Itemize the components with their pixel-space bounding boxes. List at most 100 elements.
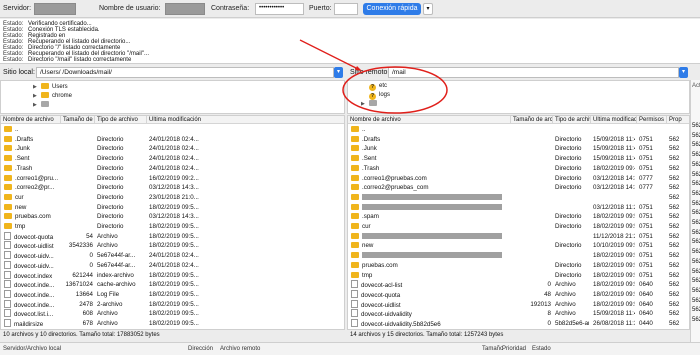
- file-own: 562: [669, 203, 680, 211]
- tree-item[interactable]: ? etc: [369, 82, 387, 91]
- tree-item[interactable]: ▶ chrome: [33, 92, 72, 100]
- quickconnect-button[interactable]: Conexión rápida: [363, 3, 421, 15]
- file-row[interactable]: 18/02/2019 09:5... 0751 562: [348, 251, 689, 260]
- file-row[interactable]: .correo2@pruebas_com Directorio 03/12/2018…: [348, 183, 689, 192]
- file-own: 562: [669, 320, 680, 327]
- expand-triangle-icon[interactable]: ▶: [33, 83, 41, 91]
- expand-triangle-icon[interactable]: ▶: [33, 92, 41, 100]
- remote-path-input[interactable]: /mail: [388, 67, 679, 78]
- quickconnect-dropdown[interactable]: ▾: [423, 3, 433, 15]
- file-row[interactable]: dovecot.inde... 2478 2-archivo 18/02/2019 0…: [1, 299, 344, 309]
- file-name: .Trash: [15, 164, 33, 172]
- file-own: 562: [669, 271, 680, 279]
- file-row[interactable]: .Trash Directorio 18/02/2019 09:4... 0751 56…: [348, 164, 689, 173]
- column-header[interactable]: Nombre de archivo: [348, 116, 511, 124]
- file-name-cell: tmp: [4, 222, 61, 231]
- expand-triangle-icon[interactable]: ▶: [33, 101, 41, 109]
- file-row[interactable]: .Sent Directorio 15/09/2018 11:4... 0751 562: [348, 154, 689, 163]
- file-row[interactable]: ..: [348, 125, 689, 134]
- file-name: .Junk: [362, 145, 377, 153]
- file-row[interactable]: .Junk Directorio 15/09/2018 11:4... 0751 562: [348, 144, 689, 153]
- file-row[interactable]: tmp Directorio 18/02/2019 09:5... 0751 562: [348, 271, 689, 280]
- file-row[interactable]: .correo2@pr... Directorio 03/12/2018 14:3.…: [1, 183, 344, 192]
- file-row[interactable]: dovecot-uidlist 3542336 Archivo 18/02/2019 …: [1, 241, 344, 250]
- column-header[interactable]: Última modificación: [147, 116, 344, 124]
- file-perm: 0751: [639, 164, 653, 172]
- queue-col-size[interactable]: Tamaño: [482, 346, 503, 352]
- file-row[interactable]: dovecot-uidlist 192013 Archivo 18/02/2019 0…: [348, 299, 689, 309]
- file-type: Directorio: [555, 174, 582, 182]
- log-message: Directorio "/mail" listado correctamente: [28, 57, 132, 63]
- password-input[interactable]: ••••••••••••: [255, 3, 304, 15]
- file-row[interactable]: dovecot.list.i... 608 Archivo 18/02/2019 09…: [1, 309, 344, 318]
- column-header[interactable]: Última modificad: [591, 116, 637, 124]
- folder-icon: [351, 135, 359, 142]
- file-row[interactable]: maildirsize 678 Archivo 18/02/2019 09:5...: [1, 319, 344, 328]
- column-header[interactable]: Tipo de archivo: [553, 116, 591, 124]
- file-name-cell: .spam: [351, 212, 511, 221]
- file-row[interactable]: pruebas.com Directorio 18/02/2019 09:5... 0…: [348, 261, 689, 270]
- file-row[interactable]: cur Directorio 23/01/2018 21:0...: [1, 193, 344, 202]
- file-name-cell: .Drafts: [351, 135, 511, 144]
- file-row[interactable]: pruebas.com Directorio 03/12/2018 14:3...: [1, 212, 344, 221]
- column-header[interactable]: Prop: [667, 116, 689, 124]
- file-row[interactable]: 562: [348, 193, 689, 202]
- activity-number: 562: [692, 220, 700, 226]
- column-header[interactable]: Tamaño de arc: [61, 116, 95, 124]
- file-row[interactable]: ..: [1, 125, 344, 134]
- file-row[interactable]: 03/12/2018 11:2... 0751 562: [348, 203, 689, 212]
- server-input[interactable]: [34, 3, 76, 15]
- queue-col-direction[interactable]: Dirección: [188, 346, 213, 352]
- file-row[interactable]: cur Directorio 18/02/2019 09:5... 0751 562: [348, 222, 689, 231]
- file-row[interactable]: new Directorio 10/10/2019 09:5... 0751 562: [348, 241, 689, 250]
- file-row[interactable]: dovecot-uidvalidity 8 Archivo 15/09/2018 11…: [348, 309, 689, 318]
- file-type: Directorio: [555, 271, 582, 279]
- tree-item[interactable]: ▶: [361, 100, 380, 108]
- file-row[interactable]: dovecot-uidv... 0 5e67e44f-ar... 24/01/2018…: [1, 251, 344, 260]
- remote-path-dropdown[interactable]: ▾: [679, 67, 688, 78]
- activity-number: 562: [692, 307, 700, 314]
- file-row[interactable]: tmp Directorio 18/02/2019 09:5...: [1, 222, 344, 231]
- file-row[interactable]: dovecot-quota 54 Archivo 18/02/2019 09:5...: [1, 231, 344, 241]
- file-own: 562: [669, 242, 680, 250]
- file-row[interactable]: dovecot-uidv... 0 5e67e44f-ar... 24/01/2018…: [1, 260, 344, 270]
- file-row[interactable]: dovecot-acl-list 0 Archivo 18/02/2019 09:5.…: [348, 280, 689, 289]
- local-path-dropdown[interactable]: ▾: [334, 67, 343, 78]
- username-input[interactable]: [165, 3, 205, 15]
- file-row[interactable]: dovecot.inde... 13671024 cache-archivo 18/0…: [1, 280, 344, 289]
- port-input[interactable]: [334, 3, 358, 15]
- file-row[interactable]: dovecot.inde... 13664 Log File 18/02/2019 0…: [1, 289, 344, 299]
- file-date: 24/01/2018 02:4...: [149, 261, 199, 269]
- file-row[interactable]: .Junk Directorio 24/01/2018 02:4...: [1, 144, 344, 153]
- file-type: Directorio: [555, 155, 582, 163]
- tree-item[interactable]: ? logs: [369, 91, 390, 100]
- tree-item[interactable]: ▶ Users: [33, 83, 68, 91]
- file-row[interactable]: .correo1@pruebas.com Directorio 03/12/2018…: [348, 174, 689, 183]
- file-row[interactable]: dovecot-quota 48 Archivo 18/02/2019 09:5...…: [348, 289, 689, 299]
- file-row[interactable]: .Drafts Directorio 24/01/2018 02:4...: [1, 135, 344, 144]
- column-header[interactable]: Tipo de archivo: [95, 116, 147, 124]
- file-row[interactable]: .correo1@pru... Directorio 16/02/2019 09:2…: [1, 174, 344, 183]
- file-row[interactable]: dovecot.index 621244 index-archivo 18/02/20…: [1, 270, 344, 280]
- file-row[interactable]: .spam Directorio 18/02/2019 09:5... 0751 562: [348, 212, 689, 221]
- file-row[interactable]: 11/12/2018 21:2... 0751 562: [348, 232, 689, 241]
- expand-triangle-icon[interactable]: ▶: [361, 100, 369, 108]
- file-row[interactable]: .Trash Directorio 24/01/2018 02:4...: [1, 164, 344, 173]
- file-row[interactable]: .Sent Directorio 24/01/2018 02:4...: [1, 154, 344, 163]
- file-row[interactable]: new Directorio 18/02/2019 09:5...: [1, 203, 344, 212]
- file-icon: [4, 299, 11, 308]
- file-date: 18/02/2019 09:5...: [149, 300, 199, 308]
- column-header[interactable]: Nombre de archivo: [1, 116, 61, 124]
- queue-col-local[interactable]: Servidor/Archivo local: [3, 346, 61, 352]
- queue-col-status[interactable]: Estado: [532, 346, 551, 352]
- column-header[interactable]: Tamaño de archi: [511, 116, 553, 124]
- file-type: 2-archivo: [97, 300, 123, 308]
- folder-icon: [41, 101, 49, 107]
- queue-col-remote[interactable]: Archivo remoto: [220, 346, 260, 352]
- column-header[interactable]: Permisos: [637, 116, 667, 124]
- queue-col-priority[interactable]: Prioridad: [502, 346, 526, 352]
- file-row[interactable]: dovecot-uidvalidity.5b82d5e6 0 5b82d5e6-ar…: [348, 319, 689, 328]
- file-row[interactable]: .Drafts Directorio 15/09/2018 11:4... 0751 5…: [348, 135, 689, 144]
- tree-item[interactable]: ▶: [33, 101, 52, 109]
- local-path-input[interactable]: /Users/ /Downloads/mail/: [36, 67, 334, 78]
